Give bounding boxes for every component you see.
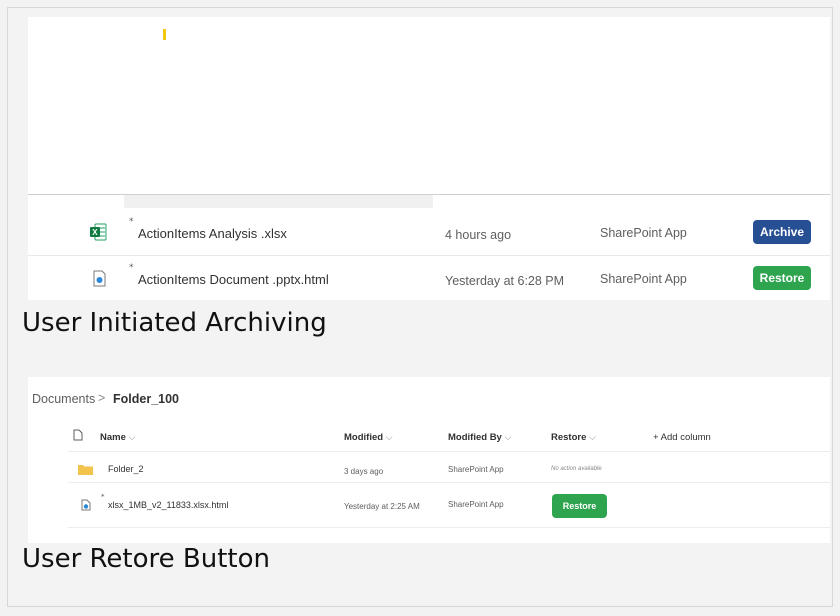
table-row[interactable]: Folder_2 3 days ago SharePoint App No ac… — [68, 452, 830, 483]
horizontal-scrollbar[interactable] — [124, 194, 433, 208]
column-header-name[interactable]: Name ⌵ — [100, 432, 135, 443]
column-header-label: Modified — [344, 432, 384, 443]
new-item-icon: ⁎ — [101, 491, 105, 499]
no-action-text: No action available — [551, 466, 602, 472]
modified-date: Yesterday at 2:25 AM — [344, 502, 420, 511]
file-name[interactable]: ActionItems Document .pptx.html — [138, 272, 329, 287]
table-row[interactable]: ⁎ xlsx_1MB_v2_11833.xlsx.html Yesterday … — [68, 483, 830, 528]
archiving-caption: User Initiated Archiving — [22, 308, 327, 338]
modified-by: SharePoint App — [448, 465, 504, 474]
archiving-panel: X ⁎ ActionItems Analysis .xlsx 4 hours a… — [28, 17, 830, 300]
item-name[interactable]: xlsx_1MB_v2_11833.xlsx.html — [108, 500, 228, 510]
folder-icon — [78, 465, 93, 475]
breadcrumb-current: Folder_100 — [113, 392, 180, 406]
screenshot-frame: X ⁎ ActionItems Analysis .xlsx 4 hours a… — [7, 7, 833, 607]
restore-caption: User Retore Button — [22, 544, 270, 574]
web-file-icon — [93, 270, 106, 287]
column-header-modified[interactable]: Modified ⌵ — [344, 432, 393, 443]
yellow-marker — [163, 29, 166, 40]
column-header-row: Name ⌵ Modified ⌵ Modified By ⌵ Restore … — [68, 421, 830, 452]
excel-file-icon: X — [90, 223, 107, 241]
column-header-modified-by[interactable]: Modified By ⌵ — [448, 432, 511, 443]
column-header-label: Name — [100, 432, 126, 443]
restore-panel: Documents > Folder_100 Name ⌵ Modified ⌵… — [28, 377, 830, 543]
chevron-down-icon: ⌵ — [385, 432, 393, 442]
web-file-icon — [81, 499, 91, 511]
restore-button[interactable]: Restore — [552, 494, 607, 518]
list-row[interactable]: X ⁎ ActionItems Analysis .xlsx 4 hours a… — [28, 210, 830, 256]
modified-date: 4 hours ago — [445, 228, 512, 242]
modified-by: SharePoint App — [448, 500, 504, 509]
file-name[interactable]: ActionItems Analysis .xlsx — [138, 226, 287, 241]
column-header-label: Restore — [551, 432, 587, 443]
chevron-down-icon: ⌵ — [128, 432, 136, 442]
restore-button[interactable]: Restore — [753, 266, 811, 290]
chevron-down-icon: ⌵ — [504, 432, 512, 442]
svg-text:X: X — [92, 228, 98, 237]
file-type-icon[interactable] — [73, 429, 83, 441]
add-column-button[interactable]: + Add column — [653, 432, 711, 443]
modified-by: SharePoint App — [600, 226, 687, 240]
item-name[interactable]: Folder_2 — [108, 464, 144, 474]
breadcrumb-separator: > — [98, 391, 106, 405]
modified-date: 3 days ago — [344, 467, 384, 476]
chevron-down-icon: ⌵ — [589, 432, 596, 442]
archive-button[interactable]: Archive — [753, 220, 811, 244]
breadcrumb-root[interactable]: Documents — [32, 392, 95, 406]
modified-by: SharePoint App — [600, 272, 687, 286]
list-row[interactable]: ⁎ ActionItems Document .pptx.html Yester… — [28, 256, 830, 301]
new-item-icon: ⁎ — [129, 214, 134, 224]
column-header-label: Modified By — [448, 432, 502, 443]
column-header-restore[interactable]: Restore ⌵ — [551, 432, 596, 443]
new-item-icon: ⁎ — [129, 260, 134, 270]
modified-date: Yesterday at 6:28 PM — [445, 274, 565, 288]
